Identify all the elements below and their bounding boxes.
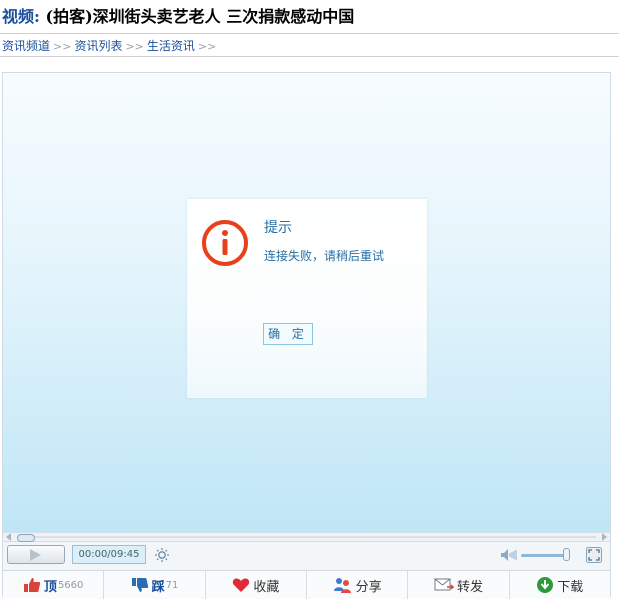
- play-button[interactable]: [7, 545, 65, 564]
- like-count: 5660: [57, 579, 84, 591]
- like-label: 顶: [43, 579, 57, 595]
- thumbs-up-icon: [23, 578, 41, 592]
- time-display: 00:00/09:45: [72, 545, 146, 564]
- seek-back-arrow-icon[interactable]: [6, 533, 11, 541]
- player-controls: 00:00/09:45: [3, 542, 610, 570]
- favorite-label: 收藏: [253, 579, 280, 595]
- share-users-icon: [333, 578, 351, 593]
- heart-icon: [233, 578, 250, 592]
- title-prefix: 视频:: [2, 7, 40, 26]
- breadcrumb-news-channel[interactable]: 资讯频道: [2, 39, 50, 53]
- alert-icon: [202, 220, 248, 266]
- seek-forward-arrow-icon[interactable]: [602, 533, 607, 541]
- light-toggle-icon[interactable]: [154, 547, 170, 563]
- share-button[interactable]: 分享: [307, 571, 409, 599]
- favorite-button[interactable]: 收藏: [206, 571, 307, 599]
- download-button[interactable]: 下载: [510, 571, 610, 599]
- volume-slider[interactable]: [521, 554, 567, 557]
- breadcrumb: 资讯频道 >> 资讯列表 >> 生活资讯 >>: [2, 37, 219, 54]
- download-label: 下载: [557, 579, 584, 595]
- ok-button[interactable]: 确 定: [263, 323, 313, 345]
- breadcrumb-news-list[interactable]: 资讯列表: [74, 39, 122, 53]
- dialog-message: 连接失败，请稍后重试: [264, 249, 385, 263]
- breadcrumb-life-news[interactable]: 生活资讯: [147, 39, 195, 53]
- forward-button[interactable]: 转发: [408, 571, 510, 599]
- seek-thumb[interactable]: [17, 534, 35, 542]
- divider: [0, 33, 619, 34]
- play-icon: [30, 549, 41, 561]
- breadcrumb-separator: >>: [125, 40, 144, 53]
- share-label: 分享: [355, 579, 382, 595]
- dislike-button[interactable]: 踩 71: [104, 571, 206, 599]
- video-screen[interactable]: 提示 连接失败，请稍后重试 确 定: [3, 73, 610, 532]
- seek-bar[interactable]: [3, 532, 610, 542]
- page-title: 视频: (拍客)深圳街头卖艺老人 三次捐款感动中国: [2, 3, 354, 27]
- fullscreen-icon[interactable]: [586, 547, 602, 563]
- seek-track[interactable]: [17, 536, 596, 538]
- video-player: 提示 连接失败，请稍后重试 确 定 00:00/09:45 顶 5660 踩 7…: [2, 72, 611, 599]
- dislike-label: 踩: [151, 579, 165, 595]
- breadcrumb-separator: >>: [53, 40, 72, 53]
- dialog-title: 提示: [264, 220, 292, 236]
- breadcrumb-separator: >>: [197, 40, 217, 53]
- action-bar: 顶 5660 踩 71 收藏 分享 转发 下载: [3, 570, 610, 599]
- thumbs-down-icon: [131, 578, 148, 592]
- volume-thumb[interactable]: [563, 548, 570, 561]
- envelope-icon: [434, 578, 454, 591]
- error-dialog: 提示 连接失败，请稍后重试 确 定: [187, 199, 427, 398]
- forward-label: 转发: [456, 579, 483, 595]
- volume-icon[interactable]: [500, 548, 518, 562]
- download-icon: [537, 577, 554, 593]
- divider: [0, 56, 619, 57]
- title-text: (拍客)深圳街头卖艺老人 三次捐款感动中国: [39, 7, 355, 26]
- dislike-count: 71: [165, 579, 179, 591]
- like-button[interactable]: 顶 5660: [3, 571, 105, 599]
